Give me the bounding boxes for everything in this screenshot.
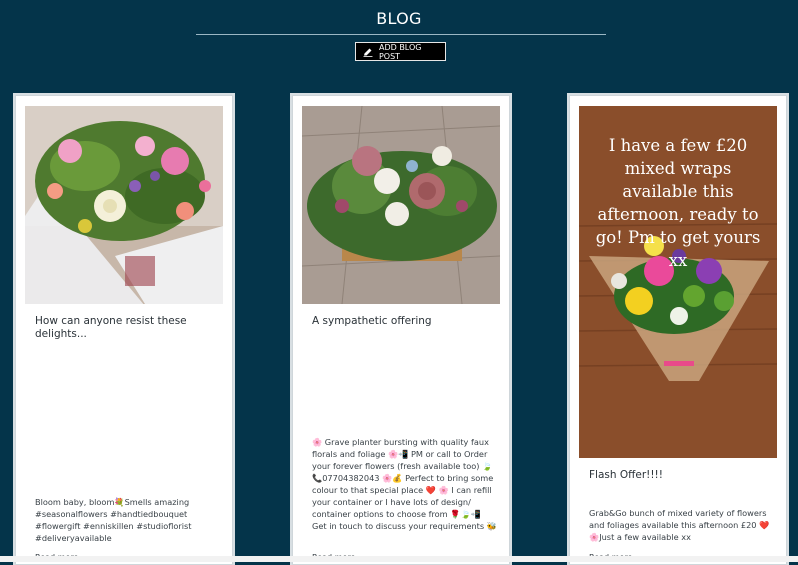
title-divider — [196, 34, 606, 35]
blog-header: BLOG ADD BLOG POST — [0, 0, 798, 70]
post-image-bouquet[interactable] — [25, 106, 223, 304]
footer-strip — [0, 556, 798, 562]
add-blog-post-label: ADD BLOG POST — [378, 42, 422, 61]
image-overlay-text: I have a few £20 mixed wraps available t… — [595, 136, 761, 270]
post-excerpt: Grab&Go bunch of mixed variety of flower… — [589, 508, 770, 542]
post-excerpt: Bloom baby, bloom💐Smells amazing #season… — [35, 497, 192, 543]
blog-post-card[interactable]: How can anyone resist these delights... … — [15, 95, 233, 565]
blog-post-card[interactable]: I have a few £20 mixed wraps available t… — [569, 95, 787, 565]
post-image-grave-planter[interactable] — [302, 106, 500, 304]
add-blog-post-button[interactable]: ADD BLOG POST — [355, 42, 446, 61]
post-title[interactable]: Flash Offer!!!! — [589, 469, 772, 482]
post-image-flash-offer[interactable]: I have a few £20 mixed wraps available t… — [579, 106, 777, 458]
post-title[interactable]: How can anyone resist these delights... — [35, 315, 218, 341]
page-title: BLOG — [376, 9, 422, 28]
post-excerpt: 🌸 Grave planter bursting with quality fa… — [312, 437, 497, 531]
post-title[interactable]: A sympathetic offering — [312, 315, 495, 328]
blog-post-card[interactable]: A sympathetic offering 🌸 Grave planter b… — [292, 95, 510, 565]
edit-pencil-icon — [363, 48, 373, 57]
